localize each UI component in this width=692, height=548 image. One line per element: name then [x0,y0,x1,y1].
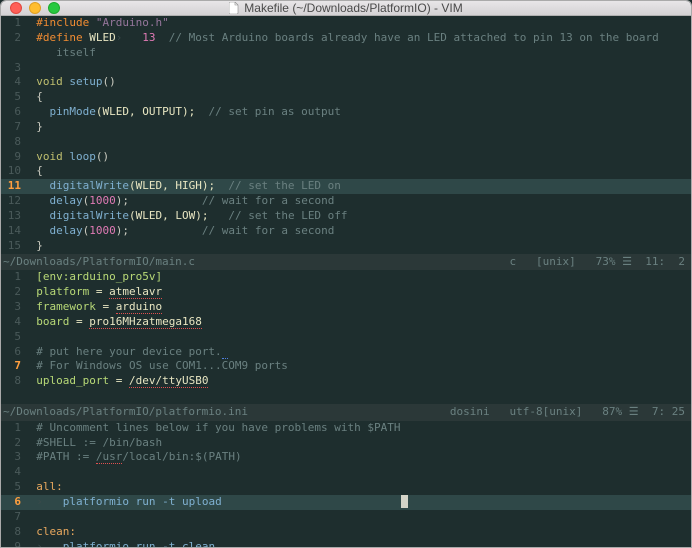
pane-makefile[interactable]: 1 # Uncomment lines below if you have pr… [1,421,691,548]
window-title: Makefile (~/Downloads/PlatformIO) - VIM [229,1,462,15]
pane-main-c[interactable]: 1 #include "Arduino.h" 2 #define WLED› 1… [1,16,691,254]
close-button[interactable] [10,2,22,14]
minimize-button[interactable] [29,2,41,14]
titlebar[interactable]: Makefile (~/Downloads/PlatformIO) - VIM [1,1,691,16]
editor-area[interactable]: 1 #include "Arduino.h" 2 #define WLED› 1… [1,16,691,548]
window-title-text: Makefile (~/Downloads/PlatformIO) - VIM [244,1,462,15]
cursor [401,495,408,508]
code-text: #include [36,16,89,29]
vim-window: Makefile (~/Downloads/PlatformIO) - VIM … [0,0,692,548]
pane-platformio-ini[interactable]: 1 [env:arduino_pro5v] 2 platform = atmel… [1,270,691,404]
document-icon [229,2,239,14]
maximize-button[interactable] [48,2,60,14]
pane-status-main-c: ~/Downloads/PlatformIO/main.c c [unix] 7… [1,254,691,271]
pane-status-platformio-ini: ~/Downloads/PlatformIO/platformio.ini do… [1,404,691,421]
